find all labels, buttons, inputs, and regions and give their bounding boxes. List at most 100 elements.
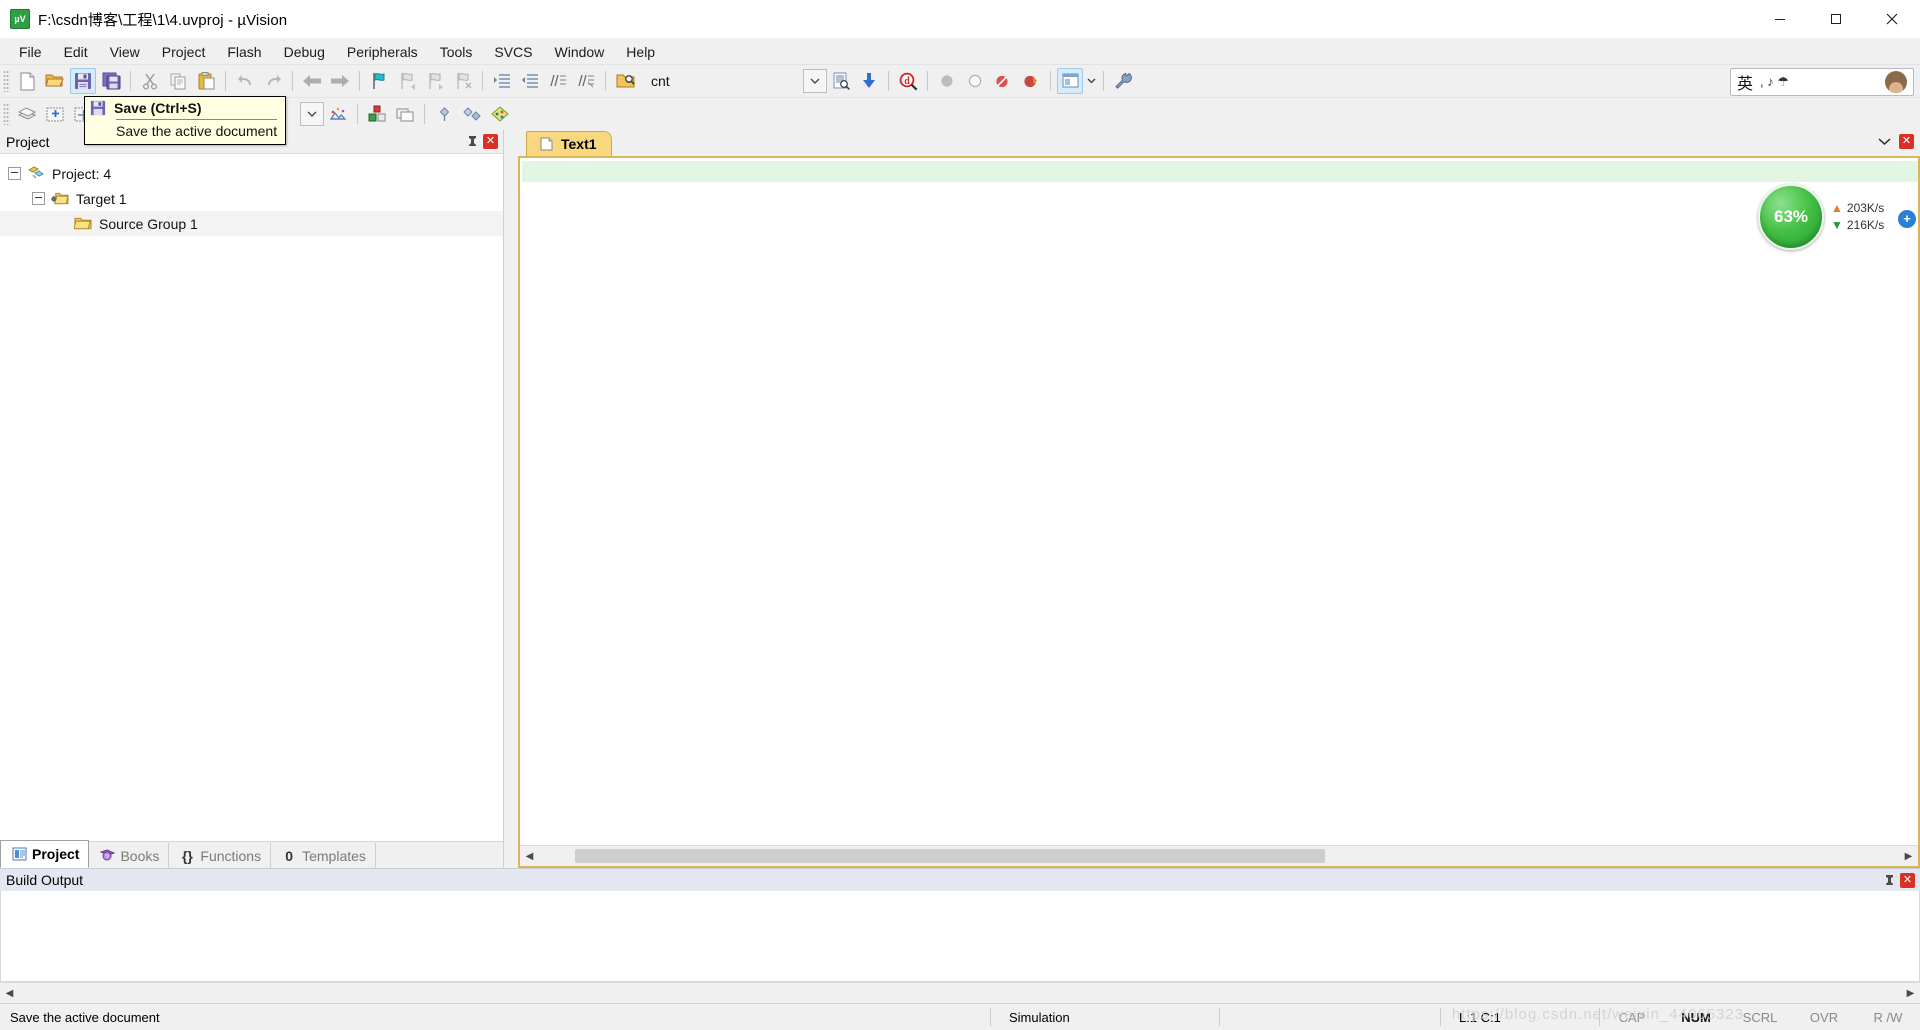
status-message: Save the active document (10, 1009, 160, 1025)
target-options-icon[interactable] (325, 101, 351, 127)
translate-icon[interactable] (14, 101, 40, 127)
uncomment-icon[interactable] (573, 68, 599, 94)
menu-tools[interactable]: Tools (429, 41, 484, 63)
network-speed-badge[interactable]: 63% ▲ 203K/s ▼ 216K/s + (1758, 184, 1918, 250)
maximize-button[interactable] (1808, 0, 1864, 38)
menu-bar: File Edit View Project Flash Debug Perip… (0, 39, 1920, 64)
menu-svcs[interactable]: SVCS (483, 41, 543, 63)
save-icon[interactable] (70, 68, 96, 94)
project-items-icon[interactable] (459, 101, 485, 127)
find-in-files-icon[interactable] (612, 68, 638, 94)
tab-books[interactable]: ? Books (89, 843, 170, 868)
chevron-down-icon[interactable] (803, 69, 827, 93)
pack-icon[interactable] (487, 101, 513, 127)
close-button[interactable] (1864, 0, 1920, 38)
ime-indicator[interactable]: 英 , ♪ ☂ (1730, 68, 1914, 96)
browse-symbol-icon[interactable] (828, 68, 854, 94)
editor-area: Text1 ✕ ◀ ▶ 63% ▲ 203K/s ▼ 216K/s + (504, 130, 1920, 868)
open-file-icon[interactable] (42, 68, 68, 94)
expander-icon[interactable] (8, 167, 21, 180)
document-icon (537, 136, 555, 152)
insert-project-icon[interactable] (431, 101, 457, 127)
indent-icon[interactable] (489, 68, 515, 94)
search-input[interactable]: cnt (643, 73, 803, 89)
menu-project[interactable]: Project (151, 41, 217, 63)
toolbar-separator (130, 71, 131, 91)
undo-icon[interactable] (232, 68, 258, 94)
cut-icon[interactable] (137, 68, 163, 94)
breakpoint-outline-icon[interactable] (962, 68, 988, 94)
tree-node-source-group[interactable]: Source Group 1 (0, 211, 503, 236)
tab-functions[interactable]: {} Functions (169, 843, 272, 868)
bookmark-prev-icon[interactable] (394, 68, 420, 94)
tree-node-project[interactable]: Project: 4 (0, 161, 503, 186)
close-icon[interactable]: ✕ (1899, 133, 1914, 149)
navigate-forward-icon[interactable] (327, 68, 353, 94)
chevron-down-icon[interactable] (1878, 133, 1891, 149)
menu-flash[interactable]: Flash (216, 41, 272, 63)
cpu-usage-circle[interactable]: 63% (1758, 184, 1824, 250)
pin-icon[interactable] (465, 135, 479, 149)
breakpoint-kill-icon[interactable] (1018, 68, 1044, 94)
menu-help[interactable]: Help (615, 41, 666, 63)
code-editor[interactable] (520, 158, 1918, 845)
scroll-right-icon[interactable]: ▶ (1899, 847, 1918, 865)
toolbar-grip[interactable] (3, 70, 10, 92)
layout-chevron-down-icon[interactable] (1084, 70, 1098, 92)
menu-peripherals[interactable]: Peripherals (336, 41, 429, 63)
scroll-track[interactable] (539, 847, 1899, 865)
breakpoint-disable-icon[interactable] (990, 68, 1016, 94)
build-target-icon[interactable] (42, 101, 68, 127)
bookmark-next-icon[interactable] (422, 68, 448, 94)
scroll-thumb[interactable] (575, 849, 1325, 863)
expand-badge-button[interactable]: + (1898, 210, 1916, 228)
insert-snippet-icon[interactable] (856, 68, 882, 94)
scroll-track[interactable] (19, 984, 1901, 1002)
paste-icon[interactable] (193, 68, 219, 94)
menu-window[interactable]: Window (544, 41, 616, 63)
outdent-icon[interactable] (517, 68, 543, 94)
menu-view[interactable]: View (99, 41, 151, 63)
redo-icon[interactable] (260, 68, 286, 94)
tab-label: Templates (302, 847, 366, 864)
tree-node-target[interactable]: Target 1 (0, 186, 503, 211)
scroll-right-icon[interactable]: ▶ (1901, 984, 1920, 1002)
search-combo[interactable]: cnt (643, 69, 803, 93)
tab-templates[interactable]: 0 Templates (271, 843, 376, 868)
comment-icon[interactable] (545, 68, 571, 94)
toolbar-separator (482, 71, 483, 91)
window-layout-icon[interactable] (1057, 68, 1083, 94)
find-icon[interactable]: d (895, 68, 921, 94)
toolbar-grip[interactable] (3, 103, 10, 125)
menu-edit[interactable]: Edit (53, 41, 99, 63)
pack-installer-icon[interactable] (392, 101, 418, 127)
folder-icon (74, 216, 92, 232)
new-file-icon[interactable] (14, 68, 40, 94)
target-chevron-down-icon[interactable] (300, 102, 324, 126)
document-tab-text1[interactable]: Text1 (526, 131, 612, 156)
pin-icon[interactable] (1882, 873, 1896, 887)
breakpoint-gray-icon[interactable] (934, 68, 960, 94)
menu-file[interactable]: File (8, 41, 53, 63)
close-icon[interactable]: ✕ (483, 134, 498, 149)
editor-horizontal-scrollbar[interactable]: ◀ ▶ (520, 845, 1918, 866)
navigate-back-icon[interactable] (299, 68, 325, 94)
build-output-content[interactable] (0, 891, 1920, 982)
manage-components-icon[interactable] (364, 101, 390, 127)
bookmark-toggle-icon[interactable] (366, 68, 392, 94)
expander-icon[interactable] (32, 192, 45, 205)
save-all-icon[interactable] (98, 68, 124, 94)
build-output-scrollbar[interactable]: ◀ ▶ (0, 982, 1920, 1003)
editor-gutter (520, 158, 522, 845)
close-icon[interactable]: ✕ (1900, 872, 1915, 888)
copy-icon[interactable] (165, 68, 191, 94)
menu-debug[interactable]: Debug (273, 41, 336, 63)
project-tree[interactable]: Project: 4 Target 1 Source Group 1 (0, 154, 503, 841)
configure-icon[interactable] (1110, 68, 1136, 94)
minimize-button[interactable] (1752, 0, 1808, 38)
scroll-left-icon[interactable]: ◀ (0, 984, 19, 1002)
scroll-left-icon[interactable]: ◀ (520, 847, 539, 865)
user-avatar[interactable] (1885, 71, 1907, 93)
bookmark-clear-icon[interactable] (450, 68, 476, 94)
tab-project[interactable]: Project (0, 840, 90, 868)
